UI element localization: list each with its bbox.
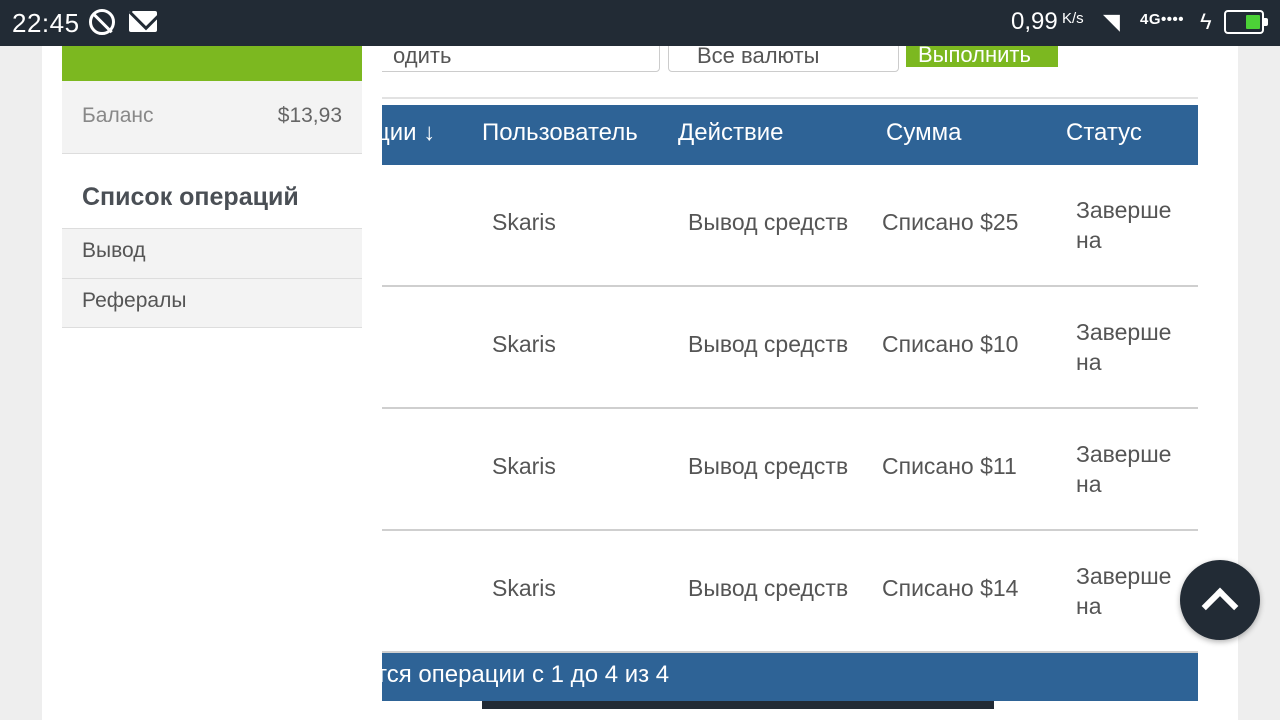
column-header-status[interactable]: Статус xyxy=(1066,119,1142,147)
balance-value: $13,93 xyxy=(277,104,342,127)
balance-row: Баланс $13,93 xyxy=(62,81,362,154)
column-header-operation[interactable]: ции ↓ xyxy=(376,119,435,147)
wifi-icon: ◥ xyxy=(1103,9,1120,34)
cell-action: Вывод средств xyxy=(688,453,849,479)
chevron-up-icon xyxy=(1201,587,1239,625)
network-speed: 0,99 xyxy=(1011,8,1058,35)
table-row: Skaris Вывод средств Списано $11 Заверше… xyxy=(382,409,1198,531)
horizontal-scrollbar[interactable] xyxy=(482,701,994,709)
currency-select[interactable]: Все валюты xyxy=(668,46,899,72)
pagination-info: тся операции с 1 до 4 из 4 xyxy=(376,661,670,688)
balance-label: Баланс xyxy=(82,104,154,127)
table-header: ции ↓ Пользователь Действие Сумма Статус xyxy=(376,105,1198,165)
cell-status: Завершена xyxy=(1076,319,1172,375)
scroll-to-top-button[interactable] xyxy=(1180,560,1260,640)
cell-status: Завершена xyxy=(1076,563,1172,619)
sidebar-menu: Вывод Рефералы xyxy=(62,228,362,328)
do-not-disturb-icon xyxy=(89,9,115,35)
table-footer-info: тся операции с 1 до 4 из 4 xyxy=(376,653,1198,701)
column-header-action[interactable]: Действие xyxy=(678,119,784,147)
sidebar-item-withdraw[interactable]: Вывод xyxy=(62,228,362,278)
cell-amount: Списано $14 xyxy=(882,575,1019,601)
sidebar-item-referrals[interactable]: Рефералы xyxy=(62,278,362,328)
battery-icon xyxy=(1224,10,1268,34)
apply-filter-button[interactable]: Выполнить xyxy=(906,46,1058,67)
cell-action: Вывод средств xyxy=(688,209,849,235)
cell-amount: Списано $10 xyxy=(882,331,1019,357)
cell-status: Завершена xyxy=(1076,197,1172,253)
mail-icon xyxy=(129,11,157,32)
cell-amount: Списано $25 xyxy=(882,209,1019,235)
cell-user: Skaris xyxy=(492,575,556,601)
cell-status: Завершена xyxy=(1076,441,1172,497)
table-row: Skaris Вывод средств Списано $10 Заверше… xyxy=(382,287,1198,409)
charging-icon: ϟ xyxy=(1200,9,1212,34)
column-header-amount[interactable]: Сумма xyxy=(886,119,961,147)
cell-action: Вывод средств xyxy=(688,575,849,601)
cellular-signal: 4G•••• xyxy=(1140,11,1185,28)
filter-input[interactable]: одить xyxy=(382,46,660,72)
network-speed-unit: K/s xyxy=(1062,10,1084,27)
clock: 22:45 xyxy=(12,8,80,38)
cell-user: Skaris xyxy=(492,453,556,479)
cell-user: Skaris xyxy=(492,209,556,235)
operations-list-title: Список операций xyxy=(82,183,299,211)
sidebar-header-bar xyxy=(62,46,362,81)
cell-user: Skaris xyxy=(492,331,556,357)
table-row: Skaris Вывод средств Списано $14 Заверше… xyxy=(382,531,1198,653)
column-header-user[interactable]: Пользователь xyxy=(482,119,638,147)
status-bar: 22:45 0,99 K/s ◥ 4G•••• ϟ xyxy=(0,0,1280,46)
cell-action: Вывод средств xyxy=(688,331,849,357)
table-row: Skaris Вывод средств Списано $25 Заверше… xyxy=(382,165,1198,287)
operations-table: ции ↓ Пользователь Действие Сумма Статус… xyxy=(376,105,1198,653)
cell-amount: Списано $11 xyxy=(882,453,1017,479)
divider xyxy=(382,97,1198,99)
